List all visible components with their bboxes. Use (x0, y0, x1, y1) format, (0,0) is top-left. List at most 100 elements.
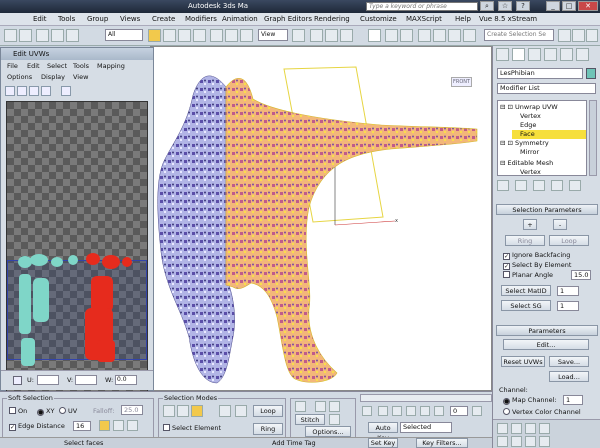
reset-uvws-button[interactable]: Reset UVWs (501, 356, 545, 367)
stack-item-vertex[interactable]: Vertex (520, 112, 541, 121)
star-icon[interactable]: ☆ (498, 1, 512, 11)
selection-filter-dropdown[interactable]: All (105, 29, 143, 41)
uv-menu-options[interactable]: Options (7, 73, 32, 81)
stitch-button[interactable]: Stitch (295, 414, 325, 425)
angle-snap-icon[interactable] (325, 29, 338, 42)
layer-icon[interactable] (418, 29, 431, 42)
edit-uvw-button[interactable]: Edit... (503, 339, 589, 350)
map-channel-radio[interactable]: ● Map Channel: (503, 396, 557, 405)
weld-icon[interactable] (329, 414, 340, 425)
pivot-icon[interactable] (292, 29, 305, 42)
orbit-icon[interactable] (525, 436, 536, 447)
add-time-tag[interactable]: Add Time Tag (272, 439, 316, 447)
load-button[interactable]: Load... (549, 371, 589, 382)
menu-tools[interactable]: Tools (58, 15, 75, 23)
scale-icon[interactable] (29, 86, 39, 96)
menu-maxscript[interactable]: MAXScript (406, 15, 442, 23)
object-color-swatch[interactable] (586, 68, 596, 79)
u-field[interactable] (37, 375, 59, 385)
uv-menu-file[interactable]: File (7, 62, 18, 70)
prev-frame-icon[interactable] (392, 406, 402, 416)
modifier-list-dropdown[interactable]: Modifier List (497, 83, 596, 94)
uv-menu-tools[interactable]: Tools (73, 62, 89, 70)
falloff-slow-icon[interactable] (127, 420, 138, 431)
mirror-icon[interactable] (385, 29, 398, 42)
quick-planar-icon[interactable] (295, 401, 306, 412)
menu-vue[interactable]: Vue 8.5 xStream (479, 15, 537, 23)
render-icon[interactable] (586, 29, 598, 42)
select-matid-field[interactable]: 1 (557, 286, 579, 296)
scale-icon[interactable] (240, 29, 253, 42)
stack-item-edge[interactable]: Edge (520, 121, 536, 130)
v-field[interactable] (75, 375, 97, 385)
uv-menu-mapping[interactable]: Mapping (97, 62, 125, 70)
link-icon[interactable] (36, 29, 49, 42)
search-icon[interactable]: ⌕ (480, 1, 494, 11)
align-icon[interactable] (400, 29, 413, 42)
map-channel-field[interactable]: 1 (563, 395, 583, 405)
w-field[interactable]: 0.0 (115, 375, 137, 385)
window-crossing-icon[interactable] (193, 29, 206, 42)
falloff-field[interactable]: 25.0 (121, 405, 143, 415)
menu-customize[interactable]: Customize (360, 15, 397, 23)
schematic-icon[interactable] (448, 29, 461, 42)
selection-parameters-rollout[interactable]: Selection Parameters (496, 204, 598, 215)
soft-selection-on-checkbox[interactable]: On (9, 407, 27, 415)
uv-menu-view[interactable]: View (73, 73, 88, 81)
menu-animation[interactable]: Animation (222, 15, 258, 23)
move-icon[interactable] (5, 86, 15, 96)
close-button[interactable]: ✕ (578, 1, 598, 11)
hierarchy-tab-icon[interactable] (528, 48, 541, 61)
loop-button[interactable]: Loop (549, 235, 589, 246)
pan-icon[interactable] (511, 436, 522, 447)
percent-snap-icon[interactable] (340, 29, 353, 42)
object-name-field[interactable]: LesPhibian (497, 68, 583, 79)
zoom-all-icon[interactable] (511, 423, 522, 434)
zoom-extents-icon[interactable] (525, 423, 536, 434)
key-filters-button[interactable]: Key Filters... (416, 438, 468, 448)
motion-tab-icon[interactable] (544, 48, 557, 61)
rect-selection-icon[interactable] (178, 29, 191, 42)
bottom-ring-button[interactable]: Ring (253, 423, 283, 435)
grow-selection-button[interactable]: + (523, 219, 537, 230)
make-unique-icon[interactable] (533, 180, 545, 191)
undo-icon[interactable] (4, 29, 17, 42)
front-viewport[interactable]: FRONT y x (150, 46, 492, 391)
create-tab-icon[interactable] (496, 48, 509, 61)
named-selection-set-input[interactable]: Create Selection Se (484, 29, 554, 41)
goto-end-icon[interactable] (434, 406, 444, 416)
falloff-linear-icon[interactable] (113, 420, 124, 431)
edge-distance-field[interactable]: 16 (73, 421, 91, 431)
render-setup-icon[interactable] (558, 29, 571, 42)
select-by-element-checkbox[interactable]: ✓ Select By Element (503, 261, 571, 270)
uv-canvas[interactable] (6, 101, 148, 401)
edge-mode-icon[interactable] (177, 405, 189, 417)
fov-icon[interactable] (497, 436, 508, 447)
parameters-rollout[interactable]: Parameters (496, 325, 598, 336)
shrink-icon[interactable] (235, 405, 247, 417)
mirror-icon[interactable] (61, 86, 71, 96)
stack-item-symmetry[interactable]: ⊟ ⊡ Symmetry (500, 139, 549, 148)
stack-item-face[interactable]: Face (512, 130, 586, 139)
falloff-smooth-icon[interactable] (99, 420, 110, 431)
stack-item-mirror[interactable]: Mirror (520, 148, 539, 157)
vertex-color-channel-radio[interactable]: Vertex Color Channel (503, 408, 581, 416)
play-icon[interactable] (406, 406, 416, 416)
render-frame-icon[interactable] (572, 29, 585, 42)
key-icon[interactable] (362, 406, 372, 416)
edit-named-selection-icon[interactable] (368, 29, 381, 42)
options-button[interactable]: Options... (305, 426, 351, 437)
configure-sets-icon[interactable] (569, 180, 581, 191)
help-icon[interactable]: ? (516, 1, 530, 11)
rotate-icon[interactable] (225, 29, 238, 42)
rotate-icon[interactable] (17, 86, 27, 96)
xy-radio[interactable]: ● XY (37, 407, 54, 416)
modify-tab-icon[interactable] (512, 48, 525, 61)
maximize-viewport-icon[interactable] (539, 436, 550, 447)
menu-edit[interactable]: Edit (33, 15, 47, 23)
uv-menu-edit[interactable]: Edit (27, 62, 40, 70)
bind-icon[interactable] (66, 29, 79, 42)
ring-button[interactable]: Ring (505, 235, 545, 246)
snap-icon[interactable] (310, 29, 323, 42)
menu-views[interactable]: Views (120, 15, 140, 23)
